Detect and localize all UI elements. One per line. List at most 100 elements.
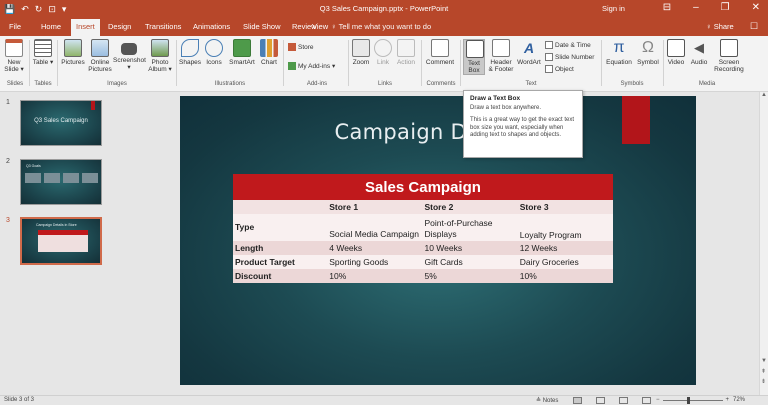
my-addins-button[interactable]: My Add-ins ▾ bbox=[288, 62, 335, 70]
zoom-thumb[interactable] bbox=[686, 396, 690, 404]
restore-button[interactable]: ❐ bbox=[721, 2, 730, 13]
minimize-button[interactable]: – bbox=[693, 2, 699, 13]
slide-number-icon bbox=[545, 53, 553, 61]
tell-me-search[interactable]: ♀ Tell me what you want to do bbox=[331, 22, 431, 31]
addins-icon bbox=[288, 62, 296, 70]
notes-button[interactable]: ≜ Notes bbox=[536, 397, 558, 404]
next-slide-icon[interactable]: ⇟ bbox=[761, 378, 766, 385]
ribbon-display-options-icon[interactable]: ⊟ bbox=[663, 2, 671, 13]
comment-button[interactable]: Comment bbox=[424, 39, 456, 66]
photo-album-button[interactable]: Photo Album ▾ bbox=[147, 39, 173, 73]
icons-button[interactable]: Icons bbox=[204, 39, 224, 66]
zoom-in-button[interactable]: + bbox=[726, 397, 730, 403]
ribbon-tabs: File Home Insert Design Transitions Anim… bbox=[0, 19, 768, 36]
smartart-button[interactable]: SmartArt bbox=[227, 39, 257, 66]
share-button[interactable]: ♀ Share bbox=[706, 22, 734, 31]
vertical-scrollbar[interactable]: ▲ ▼ ⇞ ⇟ bbox=[759, 92, 768, 395]
table-cell[interactable]: 4 Weeks bbox=[327, 241, 423, 255]
tab-slide-show[interactable]: Slide Show bbox=[243, 22, 281, 31]
shapes-icon bbox=[181, 39, 199, 57]
screen-recording-button[interactable]: Screen Recording bbox=[712, 39, 746, 73]
store-button[interactable]: Store bbox=[288, 43, 314, 51]
header-footer-icon bbox=[492, 39, 510, 57]
tooltip-subtitle: Draw a text box anywhere. bbox=[470, 105, 542, 111]
date-time-button[interactable]: Date & Time bbox=[545, 41, 591, 49]
chart-button[interactable]: Chart bbox=[259, 39, 279, 66]
action-button[interactable]: Action bbox=[395, 39, 417, 66]
table-cell[interactable]: Discount bbox=[233, 269, 328, 283]
text-box-button[interactable]: Text Box bbox=[463, 39, 485, 75]
sales-campaign-table[interactable]: Sales Campaign Store 1 Store 2 Store 3 T… bbox=[233, 174, 613, 283]
comments-icon[interactable]: ☐ bbox=[750, 21, 758, 32]
table-cell[interactable]: 10 Weeks bbox=[422, 241, 518, 255]
tab-animations[interactable]: Animations bbox=[193, 22, 230, 31]
table-cell[interactable] bbox=[233, 200, 328, 214]
zoom-track[interactable] bbox=[662, 396, 723, 404]
table-cell[interactable]: Loyalty Program bbox=[517, 214, 613, 241]
shapes-button[interactable]: Shapes bbox=[179, 39, 201, 66]
group-divider bbox=[29, 40, 30, 86]
table-cell[interactable]: 10% bbox=[517, 269, 613, 283]
slide-thumbnail-1[interactable]: Q3 Sales Campaign bbox=[20, 100, 102, 146]
audio-button[interactable]: ◀ Audio bbox=[689, 39, 709, 66]
tab-insert[interactable]: Insert bbox=[71, 19, 100, 36]
table-cell[interactable]: Sporting Goods bbox=[327, 255, 423, 269]
star-icon bbox=[397, 39, 415, 57]
video-button[interactable]: Video bbox=[666, 39, 686, 66]
tab-view[interactable]: View bbox=[312, 22, 328, 31]
slide-sorter-view-icon[interactable] bbox=[596, 397, 605, 404]
tooltip-body: This is a great way to get the exact tex… bbox=[470, 117, 575, 138]
slide-show-view-icon[interactable] bbox=[642, 397, 651, 404]
table-cell[interactable]: Store 2 bbox=[422, 200, 518, 214]
video-icon bbox=[667, 39, 685, 57]
header-footer-button[interactable]: Header & Footer bbox=[488, 39, 514, 73]
tab-design[interactable]: Design bbox=[108, 22, 131, 31]
reading-view-icon[interactable] bbox=[619, 397, 628, 404]
previous-slide-icon[interactable]: ⇞ bbox=[761, 368, 766, 375]
sign-in-link[interactable]: Sign in bbox=[602, 4, 625, 13]
table-cell[interactable]: Type bbox=[233, 214, 328, 241]
table-cell[interactable]: 5% bbox=[422, 269, 518, 283]
symbol-button[interactable]: Ω Symbol bbox=[636, 39, 660, 66]
equation-button[interactable]: π Equation bbox=[604, 39, 634, 66]
slide-thumbnail-2[interactable]: Q3 Goals bbox=[20, 159, 102, 205]
table-cell[interactable]: Product Target bbox=[233, 255, 328, 269]
zoom-button[interactable]: Zoom bbox=[351, 39, 371, 66]
tab-file[interactable]: File bbox=[9, 22, 21, 31]
table-row: Type Social Media Campaign Point-of-Purc… bbox=[233, 214, 613, 241]
close-button[interactable]: ✕ bbox=[752, 2, 760, 13]
zoom-slider[interactable]: − + bbox=[656, 396, 730, 404]
current-slide[interactable]: Campaign Details Sales Campaign Store 1 … bbox=[180, 96, 696, 385]
table-cell[interactable]: Gift Cards bbox=[422, 255, 518, 269]
link-button[interactable]: Link bbox=[374, 39, 392, 66]
table-button[interactable]: Table ▾ bbox=[32, 39, 54, 66]
wordart-button[interactable]: A WordArt bbox=[516, 39, 542, 66]
table-cell[interactable]: 10% bbox=[327, 269, 423, 283]
scroll-up-icon[interactable]: ▲ bbox=[761, 92, 767, 98]
table-cell[interactable]: Dairy Groceries bbox=[517, 255, 613, 269]
table-header[interactable]: Sales Campaign bbox=[233, 174, 613, 200]
table-cell[interactable]: Social Media Campaign bbox=[327, 214, 423, 241]
tooltip-title: Draw a Text Box bbox=[470, 95, 521, 102]
table-cell[interactable]: Store 1 bbox=[327, 200, 423, 214]
zoom-out-button[interactable]: − bbox=[656, 397, 660, 403]
slide-thumbnail-3[interactable]: Campaign Details in Store bbox=[20, 217, 102, 265]
slide-number-button[interactable]: Slide Number bbox=[545, 53, 594, 61]
zoom-level[interactable]: 72% bbox=[733, 397, 745, 403]
new-slide-button[interactable]: New Slide ▾ bbox=[4, 39, 24, 73]
thumbnail-title: Campaign Details in Store bbox=[36, 223, 77, 227]
online-pictures-button[interactable]: Online Pictures bbox=[88, 39, 112, 73]
group-label-addins: Add-ins bbox=[306, 81, 328, 87]
table-cell[interactable]: 12 Weeks bbox=[517, 241, 613, 255]
thumbnail-red-accent bbox=[91, 101, 95, 110]
normal-view-icon[interactable] bbox=[573, 397, 582, 404]
table-cell[interactable]: Point-of-Purchase Displays bbox=[422, 214, 518, 241]
table-cell[interactable]: Store 3 bbox=[517, 200, 613, 214]
table-cell[interactable]: Length bbox=[233, 241, 328, 255]
pictures-button[interactable]: Pictures bbox=[60, 39, 86, 66]
tab-home[interactable]: Home bbox=[41, 22, 61, 31]
scroll-down-icon[interactable]: ▼ bbox=[761, 358, 767, 364]
tab-transitions[interactable]: Transitions bbox=[145, 22, 181, 31]
object-button[interactable]: Object bbox=[545, 65, 574, 73]
screenshot-button[interactable]: Screenshot ▾ bbox=[113, 39, 146, 71]
